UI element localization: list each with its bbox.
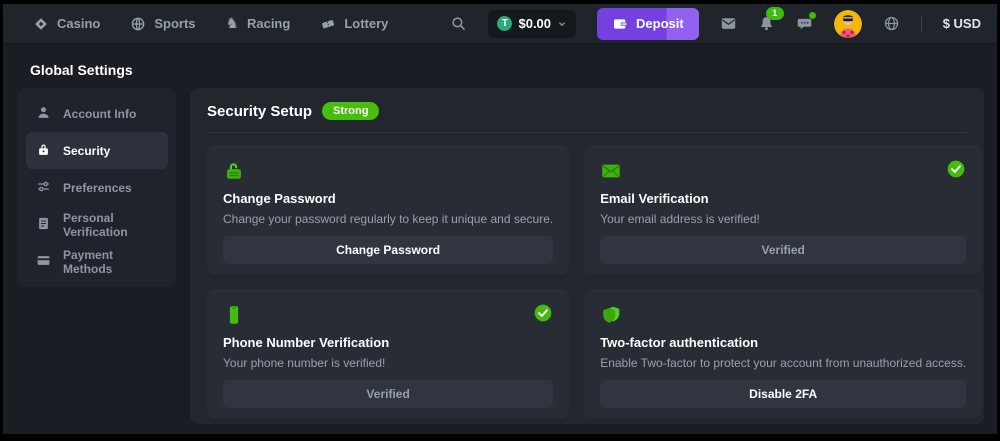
sidebar-item-account-info[interactable]: Account Info (26, 95, 168, 132)
sidebar-item-label: Account Info (63, 107, 136, 121)
sidebar-item-label: Personal Verification (63, 211, 158, 239)
card-description: Your email address is verified! (600, 212, 966, 226)
nav-item-lottery[interactable]: Lottery (320, 16, 388, 32)
panel-title: Security Setup (207, 103, 312, 120)
disable-2fa-button[interactable]: Disable 2FA (600, 380, 966, 408)
email-verification-card: Email Verification Your email address is… (584, 145, 982, 274)
lock-icon (36, 142, 51, 160)
card-description: Enable Two-factor to protect your accoun… (600, 356, 966, 370)
sidebar-item-personal-verification[interactable]: Personal Verification (26, 206, 168, 243)
shield-icon (600, 304, 966, 326)
topbar-right-cluster: T $0.00 Deposit 1 (450, 8, 981, 40)
settings-sidebar: Account Info Security Preferences Person… (18, 88, 176, 287)
tether-coin-icon: T (497, 16, 512, 31)
phone-verification-card: Phone Number Verification Your phone num… (207, 289, 569, 418)
email-verified-status-button: Verified (600, 236, 966, 264)
nav-item-label: Lottery (344, 16, 388, 31)
id-document-icon (36, 216, 51, 234)
verified-check-icon (533, 303, 553, 323)
nav-item-label: Casino (57, 16, 100, 31)
search-icon[interactable] (450, 15, 467, 32)
sports-icon (130, 16, 146, 32)
card-title: Email Verification (600, 191, 966, 206)
card-title: Two-factor authentication (600, 335, 966, 350)
globe-language-icon[interactable] (883, 15, 900, 32)
chevron-down-icon (557, 19, 567, 29)
envelope-icon (600, 160, 966, 182)
balance-amount: $0.00 (518, 16, 551, 31)
deposit-label: Deposit (636, 16, 684, 31)
phone-verified-status-button: Verified (223, 380, 553, 408)
wallet-balance-dropdown[interactable]: T $0.00 (488, 10, 576, 38)
primary-nav: Casino Sports ♞ Racing Lottery (33, 16, 388, 32)
card-title: Change Password (223, 191, 553, 206)
racing-icon: ♞ (226, 16, 239, 31)
sliders-icon (36, 179, 51, 197)
sidebar-item-label: Security (63, 144, 110, 158)
user-icon (36, 105, 51, 123)
change-password-card: Change Password Change your password reg… (207, 145, 569, 274)
currency-selector[interactable]: $ USD (943, 16, 981, 31)
card-description: Your phone number is verified! (223, 356, 553, 370)
card-title: Phone Number Verification (223, 335, 553, 350)
sidebar-item-security[interactable]: Security (26, 132, 168, 169)
top-navigation-bar: Casino Sports ♞ Racing Lottery (3, 4, 997, 44)
security-cards-grid: Change Password Change your password reg… (207, 145, 967, 418)
nav-item-sports[interactable]: Sports (130, 16, 195, 32)
sidebar-item-payment-methods[interactable]: Payment Methods (26, 243, 168, 280)
phone-icon (223, 304, 553, 326)
wallet-icon (612, 16, 628, 32)
change-password-button[interactable]: Change Password (223, 236, 553, 264)
page-title: Global Settings (30, 62, 133, 78)
notification-count-badge: 1 (766, 7, 784, 20)
topbar-divider (921, 16, 922, 32)
card-description: Change your password regularly to keep i… (223, 212, 553, 226)
sidebar-item-label: Payment Methods (63, 248, 158, 276)
security-setup-panel: Security Setup Strong Change Password Ch… (190, 88, 984, 424)
user-avatar[interactable] (834, 10, 862, 38)
mail-icon[interactable] (720, 15, 737, 32)
credit-card-icon (36, 253, 51, 271)
header-divider (207, 132, 967, 133)
app-window: Casino Sports ♞ Racing Lottery (3, 4, 997, 434)
two-factor-card: Two-factor authentication Enable Two-fac… (584, 289, 982, 418)
security-strength-badge: Strong (322, 102, 379, 120)
sidebar-item-preferences[interactable]: Preferences (26, 169, 168, 206)
nav-item-label: Racing (247, 16, 290, 31)
verified-check-icon (946, 159, 966, 179)
nav-item-casino[interactable]: Casino (33, 16, 100, 32)
panel-header: Security Setup Strong (207, 102, 967, 120)
padlock-icon (223, 160, 553, 182)
nav-item-label: Sports (154, 16, 195, 31)
notifications-bell-icon[interactable]: 1 (758, 15, 775, 32)
sidebar-item-label: Preferences (63, 181, 132, 195)
deposit-button[interactable]: Deposit (597, 8, 699, 40)
chat-unread-dot (809, 12, 816, 19)
chat-icon[interactable] (796, 15, 813, 32)
nav-item-racing[interactable]: ♞ Racing (226, 16, 291, 31)
casino-icon (33, 16, 49, 32)
lottery-icon (320, 16, 336, 32)
